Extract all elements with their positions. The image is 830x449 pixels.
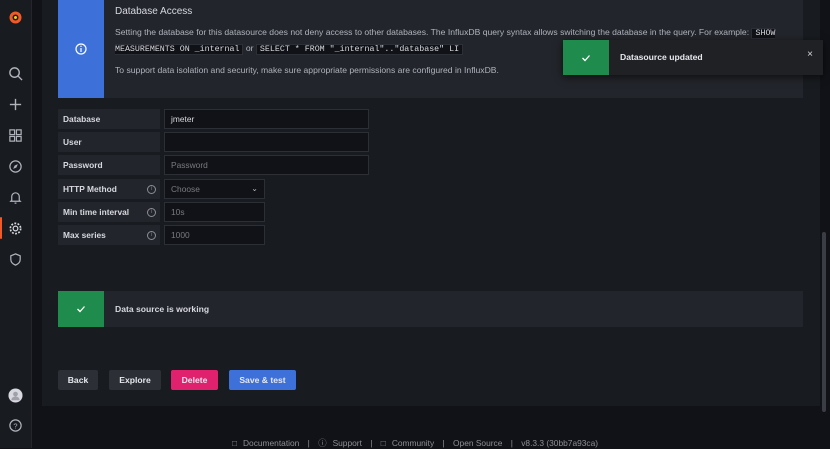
example-prefix: example: bbox=[714, 27, 750, 37]
sidebar: ? bbox=[0, 0, 32, 448]
alert-icon-box bbox=[58, 291, 104, 327]
or-text: or bbox=[245, 43, 254, 53]
svg-text:?: ? bbox=[13, 421, 17, 430]
code-example-2: SELECT * FROM "_internal".."database" LI bbox=[255, 44, 464, 55]
footer-version: v8.3.3 (30bb7a93ca) bbox=[521, 438, 599, 448]
footer-open-source-link[interactable]: Open Source bbox=[453, 438, 502, 448]
community-icon: □ bbox=[380, 438, 386, 448]
support-icon: ⓘ bbox=[318, 438, 327, 448]
footer-documentation-link[interactable]: Documentation bbox=[243, 438, 299, 448]
password-input[interactable]: Password bbox=[164, 155, 369, 175]
password-label: Password bbox=[58, 155, 160, 175]
info-icon bbox=[75, 43, 87, 55]
avatar[interactable] bbox=[6, 386, 24, 404]
footer-support-link[interactable]: Support bbox=[333, 438, 362, 448]
active-indicator bbox=[0, 217, 2, 239]
info-circle-icon[interactable]: i bbox=[147, 185, 156, 194]
plus-icon[interactable] bbox=[6, 95, 24, 113]
info-circle-icon[interactable]: i bbox=[147, 231, 156, 240]
min-interval-input[interactable]: 10s bbox=[164, 202, 265, 222]
database-input[interactable]: jmeter bbox=[164, 109, 369, 129]
max-series-input[interactable]: 1000 bbox=[164, 225, 265, 245]
explore-button[interactable]: Explore bbox=[109, 370, 161, 390]
toast-text: Datasource updated bbox=[620, 52, 703, 62]
info-title: Database Access bbox=[115, 6, 193, 17]
footer-separator: | bbox=[370, 438, 373, 448]
documentation-icon: □ bbox=[231, 438, 237, 448]
max-series-label-text: Max series bbox=[63, 230, 106, 240]
close-icon[interactable]: × bbox=[807, 49, 813, 60]
shield-icon[interactable] bbox=[6, 250, 24, 268]
check-icon bbox=[582, 54, 590, 61]
http-method-value: Choose bbox=[171, 184, 200, 194]
footer-separator: | bbox=[442, 438, 445, 448]
min-interval-label-text: Min time interval bbox=[63, 207, 130, 217]
back-button[interactable]: Back bbox=[58, 370, 98, 390]
info-stripe bbox=[58, 0, 104, 98]
http-method-select[interactable]: Choose ⌄ bbox=[164, 179, 265, 199]
toast-icon-box bbox=[563, 40, 609, 75]
footer-separator: | bbox=[510, 438, 513, 448]
alerting-bell-icon[interactable] bbox=[6, 188, 24, 206]
user-label: User bbox=[58, 132, 160, 152]
help-icon[interactable]: ? bbox=[6, 416, 24, 434]
grafana-logo-icon[interactable] bbox=[6, 8, 24, 26]
delete-button[interactable]: Delete bbox=[171, 370, 218, 390]
explore-compass-icon[interactable] bbox=[6, 157, 24, 175]
dashboards-icon[interactable] bbox=[6, 126, 24, 144]
info-text-line: Setting the database for this datasource… bbox=[115, 27, 712, 37]
check-icon bbox=[77, 306, 85, 313]
chevron-down-icon: ⌄ bbox=[251, 184, 258, 193]
max-series-label: Max series i bbox=[58, 225, 160, 245]
database-label: Database bbox=[58, 109, 160, 129]
footer: □ Documentation | ⓘ Support | □ Community |… bbox=[0, 437, 830, 449]
http-method-label: HTTP Method i bbox=[58, 179, 160, 199]
configuration-gear-icon[interactable] bbox=[6, 219, 24, 237]
info-circle-icon[interactable]: i bbox=[147, 208, 156, 217]
user-input[interactable] bbox=[164, 132, 369, 152]
datasource-working-alert: Data source is working bbox=[58, 291, 803, 327]
info-security-note: To support data isolation and security, … bbox=[115, 65, 499, 75]
search-icon[interactable] bbox=[6, 64, 24, 82]
scrollbar[interactable] bbox=[822, 232, 826, 412]
http-method-label-text: HTTP Method bbox=[63, 184, 117, 194]
footer-separator: | bbox=[307, 438, 310, 448]
footer-community-link[interactable]: Community bbox=[392, 438, 434, 448]
min-interval-label: Min time interval i bbox=[58, 202, 160, 222]
toast-notification: Datasource updated × bbox=[563, 40, 823, 75]
alert-text: Data source is working bbox=[115, 304, 210, 314]
save-test-button[interactable]: Save & test bbox=[229, 370, 296, 390]
